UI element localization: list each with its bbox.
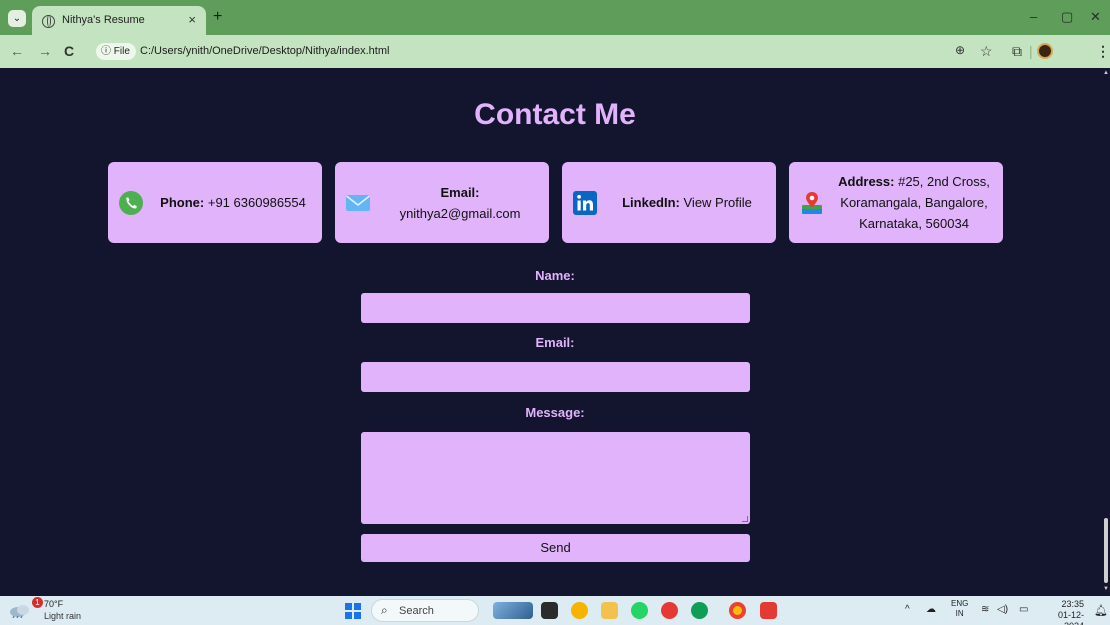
tray-overflow-icon[interactable]: ^ [905, 604, 910, 615]
address-card: Address: #25, 2nd Cross, Koramangala, Ba… [789, 162, 1003, 243]
chrome-icon[interactable] [729, 602, 746, 619]
weather-alert-badge: 1 [32, 597, 43, 608]
widgets-app-icon[interactable] [493, 602, 533, 619]
active-tab[interactable]: Nithya's Resume × [32, 6, 206, 35]
linkedin-label: LinkedIn: [622, 195, 680, 210]
site-info-chip[interactable]: ⓘ File [96, 43, 136, 60]
linkedin-text: LinkedIn: View Profile [598, 192, 776, 213]
profile-avatar[interactable] [1037, 43, 1053, 59]
email-label: Email: [440, 184, 480, 200]
battery-icon[interactable]: ▭ [1019, 604, 1028, 615]
resize-grip-icon[interactable] [742, 516, 748, 522]
page-scrollbar[interactable]: ▲ ▼ [1102, 68, 1110, 596]
tab-title: Nithya's Resume [62, 14, 145, 26]
lang-code: ENG [951, 599, 969, 608]
address-bar[interactable]: ⓘ File C:/Users/ynith/OneDrive/Desktop/N… [92, 40, 1012, 63]
notification-bell-icon[interactable]: 🔔︎ [1094, 604, 1108, 617]
weather-condition[interactable]: Light rain [44, 611, 81, 621]
url-text[interactable]: C:/Users/ynith/OneDrive/Desktop/Nithya/i… [140, 45, 389, 57]
contact-heading: Contact Me [474, 98, 636, 131]
extensions-icon[interactable]: ⧉ [1012, 43, 1022, 60]
browser-toolbar: ← → C ⓘ File C:/Users/ynith/OneDrive/Des… [0, 35, 1110, 68]
search-icon: ⌕ [381, 603, 388, 617]
send-button[interactable]: Send [361, 534, 750, 562]
tab-close-button[interactable]: × [188, 12, 196, 27]
volume-icon[interactable]: ◁) [997, 604, 1008, 615]
toolbar-divider: | [1029, 43, 1033, 59]
clock-time: 23:35 [1061, 599, 1084, 609]
windows-start-icon[interactable] [345, 603, 361, 619]
region-code: IN [955, 609, 964, 618]
office-app-icon[interactable] [661, 602, 678, 619]
email-value[interactable]: ynithya2@gmail.com [400, 206, 521, 221]
tab-strip: ⌄ Nithya's Resume × + – ▢ ✕ [0, 0, 1110, 35]
file-explorer-icon[interactable] [601, 602, 618, 619]
menu-kebab-icon[interactable]: ⋮ [1096, 43, 1110, 60]
taskbar: 1 70°F Light rain ⌕ Search ^ ☁ ENG IN ≋ … [0, 596, 1110, 625]
new-tab-button[interactable]: + [213, 8, 222, 26]
edge-icon[interactable] [691, 602, 708, 619]
linkedin-card[interactable]: LinkedIn: View Profile [562, 162, 776, 243]
phone-card: Phone: +91 6360986554 [108, 162, 322, 243]
bookmark-star-icon[interactable]: ☆ [980, 43, 993, 60]
address-text: Address: #25, 2nd Cross, Koramangala, Ba… [825, 171, 1003, 234]
message-label: Message: [525, 405, 585, 420]
map-pin-icon [799, 190, 825, 216]
email-icon [345, 190, 371, 216]
search-placeholder: Search [399, 605, 434, 617]
reload-icon[interactable]: C [64, 43, 74, 59]
language-indicator[interactable]: ENG IN [951, 599, 968, 619]
taskbar-search[interactable]: ⌕ Search [371, 599, 479, 622]
scroll-up-icon[interactable]: ▲ [1103, 70, 1109, 76]
whatsapp-icon[interactable] [631, 602, 648, 619]
phone-icon [118, 190, 144, 216]
globe-icon [42, 15, 55, 28]
weather-cloud-icon[interactable] [9, 602, 29, 619]
tray-app-icon[interactable]: ☁ [926, 604, 936, 615]
address-label: Address: [838, 174, 895, 189]
minimize-button[interactable]: – [1030, 9, 1037, 24]
message-textarea[interactable] [361, 432, 750, 524]
email-field-label: Email: [535, 335, 575, 350]
phone-text: Phone: +91 6360986554 [144, 192, 322, 213]
page-viewport: Contact Me Phone: +91 6360986554 Email: … [0, 68, 1102, 596]
email-text: Email: ynithya2@gmail.com [371, 182, 549, 224]
wps-office-icon[interactable] [760, 602, 777, 619]
close-window-button[interactable]: ✕ [1090, 9, 1101, 25]
linkedin-link[interactable]: View Profile [684, 195, 752, 210]
email-card: Email: ynithya2@gmail.com [335, 162, 549, 243]
weather-temperature[interactable]: 70°F [44, 599, 63, 609]
task-view-icon[interactable] [541, 602, 558, 619]
copilot-icon[interactable] [571, 602, 588, 619]
wifi-icon[interactable]: ≋ [981, 604, 989, 615]
scroll-thumb[interactable] [1104, 518, 1108, 583]
zoom-icon[interactable]: ⊕ [955, 43, 965, 57]
scroll-down-icon[interactable]: ▼ [1103, 586, 1109, 592]
back-icon[interactable]: ← [10, 43, 24, 59]
clock-date: 01-12-2024 [1057, 610, 1084, 625]
restore-button[interactable]: ▢ [1061, 9, 1073, 25]
tab-search-button[interactable]: ⌄ [8, 10, 26, 27]
name-input[interactable] [361, 293, 750, 323]
forward-icon[interactable]: → [38, 43, 52, 59]
email-input[interactable] [361, 362, 750, 392]
linkedin-icon [572, 190, 598, 216]
name-label: Name: [535, 268, 575, 283]
phone-value: +91 6360986554 [207, 195, 306, 210]
phone-label: Phone: [160, 195, 205, 210]
system-clock[interactable]: 23:35 01-12-2024 [1040, 599, 1084, 625]
